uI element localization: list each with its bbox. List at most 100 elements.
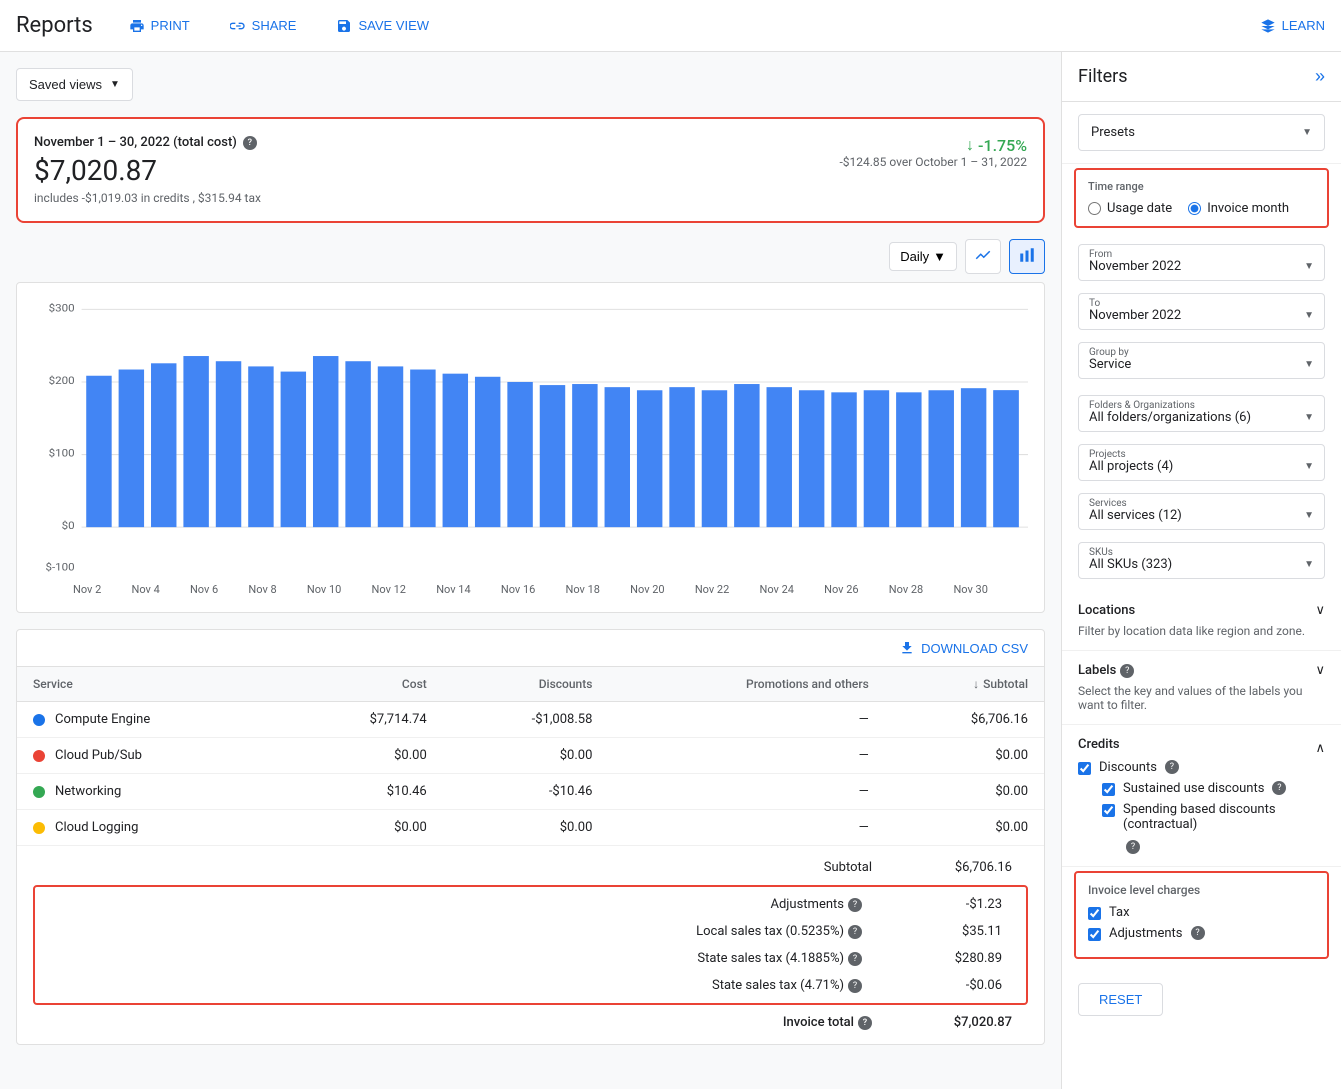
services-arrow-icon: ▼ bbox=[1304, 510, 1314, 521]
skus-label: SKUs bbox=[1089, 547, 1113, 558]
usage-date-label: Usage date bbox=[1107, 201, 1172, 216]
local-tax-help-icon[interactable]: ? bbox=[848, 925, 862, 939]
tax-checkbox[interactable] bbox=[1088, 907, 1101, 920]
reset-label: RESET bbox=[1099, 992, 1142, 1007]
col-service: Service bbox=[17, 667, 284, 702]
saved-views-label: Saved views bbox=[29, 77, 102, 92]
logging-name: Cloud Logging bbox=[55, 820, 138, 835]
content-area: Saved views ▼ November 1 – 30, 2022 (tot… bbox=[0, 52, 1061, 1089]
state-tax-row: State sales tax (4.1885%) ? $280.89 bbox=[43, 945, 1018, 972]
folders-value: All folders/organizations (6) bbox=[1089, 410, 1251, 425]
sustained-use-checkbox[interactable] bbox=[1102, 783, 1115, 796]
reset-button[interactable]: RESET bbox=[1078, 983, 1163, 1016]
line-chart-button[interactable] bbox=[965, 239, 1001, 274]
bar-chart: $300 $200 $100 $0 $-100 bbox=[33, 299, 1028, 579]
skus-dropdown[interactable]: SKUs All SKUs (323) ▼ bbox=[1078, 542, 1325, 579]
adjustments-row: Adjustments ? -$1.23 bbox=[43, 891, 1018, 918]
save-view-button[interactable]: SAVE VIEW bbox=[324, 12, 441, 40]
adjustments-help-icon[interactable]: ? bbox=[848, 898, 862, 912]
from-dropdown[interactable]: From November 2022 ▼ bbox=[1078, 244, 1325, 281]
cost-summary-card: November 1 – 30, 2022 (total cost) ? $7,… bbox=[16, 117, 1045, 223]
svg-text:$200: $200 bbox=[49, 375, 75, 387]
folders-dropdown[interactable]: Folders & Organizations All folders/orga… bbox=[1078, 395, 1325, 432]
locations-collapse-icon: ∨ bbox=[1315, 603, 1325, 618]
adjustments-checkbox[interactable] bbox=[1088, 928, 1101, 941]
download-csv-button[interactable]: DOWNLOAD CSV bbox=[899, 640, 1028, 656]
highlighted-summary: Adjustments ? -$1.23 Local sales tax (0.… bbox=[33, 885, 1028, 1005]
cost-table: Service Cost Discounts Promotions and ot… bbox=[17, 667, 1044, 846]
invoice-charges-title: Invoice level charges bbox=[1088, 883, 1315, 897]
presets-dropdown[interactable]: Presets ▼ bbox=[1078, 114, 1325, 151]
chart-wrapper: $300 $200 $100 $0 $-100 bbox=[16, 282, 1045, 613]
labels-header[interactable]: Labels ? ∨ bbox=[1078, 663, 1325, 678]
projects-dropdown[interactable]: Projects All projects (4) ▼ bbox=[1078, 444, 1325, 481]
sustained-use-help-icon[interactable]: ? bbox=[1272, 781, 1286, 795]
table-row: Networking $10.46 -$10.46 — $0.00 bbox=[17, 774, 1044, 810]
adjustments-help-icon[interactable]: ? bbox=[1191, 926, 1205, 940]
usage-date-radio[interactable] bbox=[1088, 202, 1101, 215]
total-help-icon[interactable]: ? bbox=[858, 1016, 872, 1030]
labels-help-icon[interactable]: ? bbox=[1120, 664, 1134, 678]
state-tax2-help-icon[interactable]: ? bbox=[848, 979, 862, 993]
services-dropdown[interactable]: Services All services (12) ▼ bbox=[1078, 493, 1325, 530]
cost-change-detail: -$124.85 over October 1 – 31, 2022 bbox=[839, 155, 1027, 169]
table-row: Compute Engine $7,714.74 -$1,008.58 — $6… bbox=[17, 702, 1044, 738]
spending-based-label: Spending based discounts (contractual) bbox=[1123, 802, 1325, 832]
spending-based-help-row: ? bbox=[1126, 838, 1325, 854]
print-button[interactable]: PRINT bbox=[117, 12, 202, 40]
locations-header[interactable]: Locations ∨ bbox=[1078, 603, 1325, 618]
usage-date-option[interactable]: Usage date bbox=[1088, 201, 1172, 216]
state-tax-value: $280.89 bbox=[902, 951, 1002, 966]
pubsub-discounts: $0.00 bbox=[443, 738, 609, 774]
discounts-checkbox[interactable] bbox=[1078, 762, 1091, 775]
saved-views-row: Saved views ▼ bbox=[16, 68, 1045, 101]
group-by-dropdown[interactable]: Group by Service ▼ bbox=[1078, 342, 1325, 379]
table-row: Cloud Pub/Sub $0.00 $0.00 — $0.00 bbox=[17, 738, 1044, 774]
locations-desc: Filter by location data like region and … bbox=[1078, 624, 1325, 638]
share-button[interactable]: SHARE bbox=[218, 12, 309, 40]
labels-collapse-icon: ∨ bbox=[1315, 663, 1325, 678]
compute-engine-name: Compute Engine bbox=[55, 712, 150, 727]
print-label: PRINT bbox=[151, 18, 190, 33]
spending-based-row: Spending based discounts (contractual) bbox=[1102, 802, 1325, 832]
skus-arrow-icon: ▼ bbox=[1304, 559, 1314, 570]
invoice-month-radio[interactable] bbox=[1188, 202, 1201, 215]
adjustments-label: Adjustments ? bbox=[771, 897, 903, 912]
services-label: Services bbox=[1089, 498, 1127, 509]
learn-button[interactable]: LEARN bbox=[1260, 18, 1325, 34]
total-value: $7,020.87 bbox=[912, 1015, 1012, 1030]
networking-discounts: -$10.46 bbox=[443, 774, 609, 810]
spending-based-help-icon[interactable]: ? bbox=[1126, 840, 1140, 854]
svg-text:$0: $0 bbox=[62, 520, 75, 532]
logging-subtotal: $0.00 bbox=[885, 810, 1044, 846]
chart-controls: Daily ▼ bbox=[16, 239, 1045, 274]
discounts-help-icon[interactable]: ? bbox=[1165, 760, 1179, 774]
adjustments-value: -$1.23 bbox=[902, 897, 1002, 912]
to-section: To November 2022 ▼ bbox=[1062, 289, 1341, 338]
state-tax2-value: -$0.06 bbox=[902, 978, 1002, 993]
cost-period-help-icon[interactable]: ? bbox=[243, 136, 257, 150]
bar-chart-button[interactable] bbox=[1009, 239, 1045, 274]
cost-details: includes -$1,019.03 in credits , $315.94… bbox=[34, 191, 799, 205]
daily-view-button[interactable]: Daily ▼ bbox=[889, 242, 957, 271]
spending-based-checkbox[interactable] bbox=[1102, 804, 1115, 817]
invoice-month-option[interactable]: Invoice month bbox=[1188, 201, 1289, 216]
folders-arrow-icon: ▼ bbox=[1304, 412, 1314, 423]
compute-engine-dot bbox=[33, 714, 45, 726]
local-tax-label: Local sales tax (0.5235%) ? bbox=[696, 924, 902, 939]
reset-row: RESET bbox=[1062, 971, 1341, 1028]
to-dropdown[interactable]: To November 2022 ▼ bbox=[1078, 293, 1325, 330]
compute-discounts: -$1,008.58 bbox=[443, 702, 609, 738]
svg-text:$-100: $-100 bbox=[45, 561, 74, 573]
to-arrow-icon: ▼ bbox=[1304, 310, 1314, 321]
logging-discounts: $0.00 bbox=[443, 810, 609, 846]
total-label: Invoice total ? bbox=[783, 1015, 912, 1030]
col-subtotal: ↓ Subtotal bbox=[885, 667, 1044, 702]
credits-header: Credits ∧ bbox=[1078, 737, 1325, 760]
filters-collapse-button[interactable]: » bbox=[1315, 66, 1325, 87]
saved-views-button[interactable]: Saved views ▼ bbox=[16, 68, 133, 101]
credits-title: Credits bbox=[1078, 737, 1120, 752]
local-tax-row: Local sales tax (0.5235%) ? $35.11 bbox=[43, 918, 1018, 945]
daily-arrow-icon: ▼ bbox=[933, 249, 946, 264]
state-tax-help-icon[interactable]: ? bbox=[848, 952, 862, 966]
